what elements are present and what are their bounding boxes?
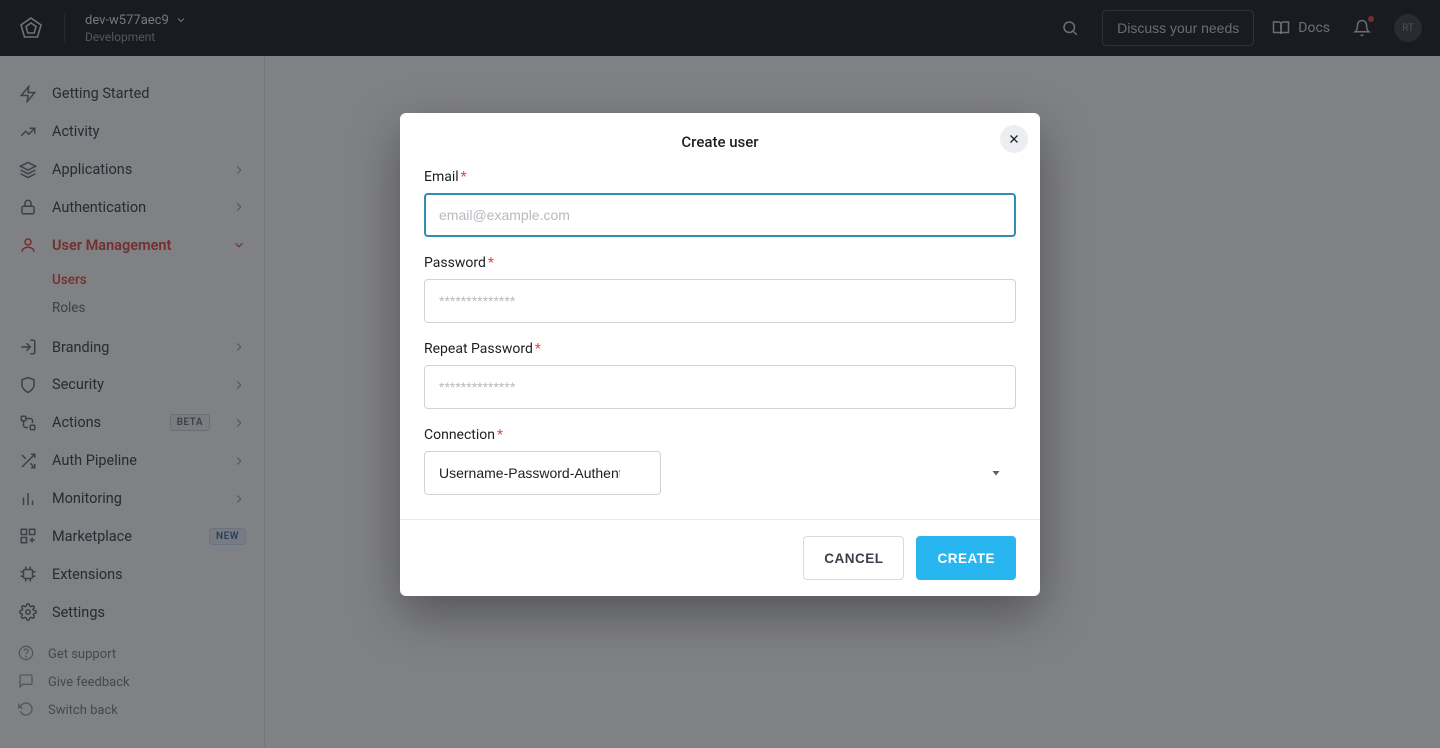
email-label: Email* (424, 169, 1016, 185)
create-button[interactable]: CREATE (916, 536, 1016, 580)
required-asterisk: * (497, 427, 503, 443)
modal-header: Create user (400, 113, 1040, 157)
cancel-button[interactable]: CANCEL (803, 536, 904, 580)
repeat-password-label: Repeat Password* (424, 341, 1016, 357)
field-password: Password* (424, 255, 1016, 323)
required-asterisk: * (488, 255, 494, 271)
close-icon (1008, 133, 1020, 145)
modal-footer: CANCEL CREATE (400, 519, 1040, 596)
password-label: Password* (424, 255, 1016, 271)
connection-select[interactable] (424, 451, 1016, 495)
caret-down-icon (990, 467, 1002, 479)
required-asterisk: * (535, 341, 541, 357)
connection-label: Connection* (424, 427, 1016, 443)
repeat-password-input[interactable] (424, 365, 1016, 409)
required-asterisk: * (461, 169, 467, 185)
connection-value[interactable] (424, 451, 661, 495)
email-input[interactable] (424, 193, 1016, 237)
modal-body: Email* Password* Repeat Password* Connec… (400, 157, 1040, 519)
close-button[interactable] (1000, 125, 1028, 153)
password-input[interactable] (424, 279, 1016, 323)
field-repeat-password: Repeat Password* (424, 341, 1016, 409)
field-email: Email* (424, 169, 1016, 237)
field-connection: Connection* (424, 427, 1016, 495)
modal-title: Create user (424, 133, 1016, 151)
create-user-modal: Create user Email* Password* Repeat Pass… (400, 113, 1040, 596)
